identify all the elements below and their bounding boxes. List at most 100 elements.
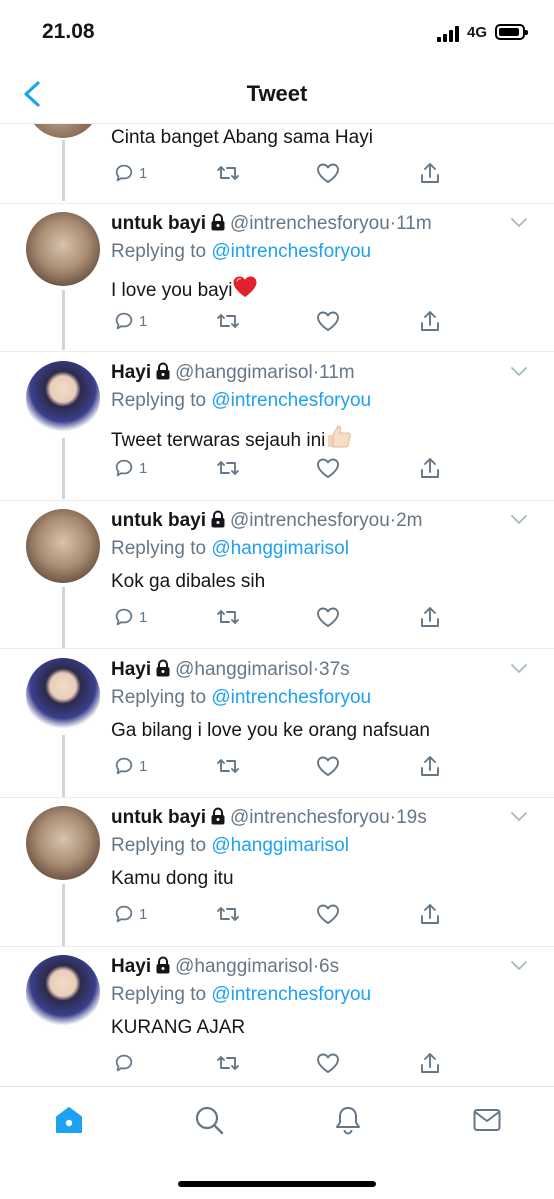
share-icon	[421, 458, 439, 478]
retweet-button[interactable]	[215, 753, 241, 779]
tab-search[interactable]	[194, 1105, 224, 1135]
display-name[interactable]: Hayi	[111, 956, 151, 977]
reply-count: 1	[139, 905, 148, 923]
chevron-down-icon[interactable]	[510, 810, 528, 822]
reply-icon	[115, 1054, 133, 1072]
tweet[interactable]: untuk bayi @intrenchesforyou·2m Replying …	[0, 509, 554, 649]
reply-button[interactable]: 1	[113, 604, 147, 630]
avatar[interactable]	[26, 124, 100, 138]
timestamp[interactable]: 11m	[396, 213, 432, 234]
like-button[interactable]	[316, 160, 340, 186]
reply-button[interactable]: 1	[113, 160, 147, 186]
home-indicator[interactable]	[178, 1181, 376, 1187]
chevron-down-icon[interactable]	[510, 959, 528, 971]
like-button[interactable]	[316, 901, 340, 927]
divider	[0, 946, 554, 947]
display-name[interactable]: untuk bayi	[111, 213, 206, 234]
avatar[interactable]	[26, 806, 100, 880]
chevron-down-icon[interactable]	[510, 513, 528, 525]
like-button[interactable]	[316, 455, 340, 481]
retweet-icon	[217, 166, 239, 180]
like-button[interactable]	[316, 308, 340, 334]
reply-handle-link[interactable]: @intrenchesforyou	[211, 390, 371, 411]
tweet[interactable]: untuk bayi @intrenchesforyou·19s Replying…	[0, 806, 554, 946]
tweet[interactable]: Hayi @hanggimarisol·37s Replying to @intr…	[0, 658, 554, 798]
timestamp[interactable]: 2m	[396, 510, 422, 531]
retweet-button[interactable]	[215, 604, 241, 630]
avatar[interactable]	[26, 361, 100, 435]
heart-icon	[317, 756, 339, 776]
tweet[interactable]: Hayi @hanggimarisol·6s Replying to @intre…	[0, 955, 554, 1085]
timestamp[interactable]: 11m	[319, 362, 355, 383]
timestamp[interactable]: 37s	[319, 659, 350, 680]
retweet-button[interactable]	[215, 901, 241, 927]
reply-button[interactable]: 1	[113, 455, 147, 481]
share-button[interactable]	[419, 901, 441, 927]
reply-button[interactable]: 1	[113, 753, 147, 779]
username[interactable]: @intrenchesforyou	[230, 213, 390, 234]
reply-button[interactable]	[113, 1050, 139, 1076]
reply-handle-link[interactable]: @hanggimarisol	[211, 538, 349, 559]
reply-handle-link[interactable]: @intrenchesforyou	[211, 241, 371, 262]
retweet-button[interactable]	[215, 455, 241, 481]
username[interactable]: @intrenchesforyou	[230, 510, 390, 531]
reply-handle-link[interactable]: @hanggimarisol	[211, 835, 349, 856]
share-button[interactable]	[419, 160, 441, 186]
tweet[interactable]: Hayi @hanggimarisol·11m Replying to @intr…	[0, 361, 554, 501]
tweet-text: I love you bayi	[111, 280, 233, 301]
tab-messages[interactable]	[472, 1105, 502, 1135]
tweet-text: KURANG AJAR	[111, 1017, 246, 1038]
reply-button[interactable]: 1	[113, 901, 147, 927]
replying-to: Replying to @hanggimarisol	[111, 834, 349, 858]
network-label: 4G	[467, 24, 488, 41]
username[interactable]: @hanggimarisol	[175, 659, 313, 680]
like-button[interactable]	[316, 1050, 340, 1076]
username[interactable]: @hanggimarisol	[175, 362, 313, 383]
retweet-button[interactable]	[215, 160, 241, 186]
username[interactable]: @hanggimarisol	[175, 956, 313, 977]
avatar[interactable]	[26, 212, 100, 286]
share-button[interactable]	[419, 1050, 441, 1076]
share-button[interactable]	[419, 604, 441, 630]
share-button[interactable]	[419, 455, 441, 481]
display-name[interactable]: untuk bayi	[111, 807, 206, 828]
tweet-text: Cinta banget Abang sama Hayi	[111, 127, 373, 148]
like-button[interactable]	[316, 753, 340, 779]
thumbs-up-emoji	[328, 425, 352, 448]
share-button[interactable]	[419, 308, 441, 334]
timestamp[interactable]: 19s	[396, 807, 427, 828]
conversation-thread: Cinta banget Abang sama Hayi 1 untuk bay…	[0, 124, 554, 1086]
heart-icon	[317, 311, 339, 331]
reply-handle-link[interactable]: @intrenchesforyou	[211, 687, 371, 708]
chevron-down-icon[interactable]	[510, 365, 528, 377]
reply-handle-link[interactable]: @intrenchesforyou	[211, 984, 371, 1005]
tweet-actions: 1	[0, 308, 554, 334]
tab-notifications[interactable]	[333, 1105, 363, 1135]
red-heart-emoji	[233, 276, 257, 297]
lock-icon	[211, 510, 225, 528]
tab-home[interactable]	[54, 1105, 84, 1135]
username[interactable]: @intrenchesforyou	[230, 807, 390, 828]
heart-icon	[317, 163, 339, 183]
status-bar: 21.08 4G	[0, 0, 554, 64]
lock-icon	[211, 807, 225, 825]
retweet-button[interactable]	[215, 1050, 241, 1076]
tweet[interactable]: untuk bayi @intrenchesforyou·11m Replying…	[0, 212, 554, 352]
retweet-button[interactable]	[215, 308, 241, 334]
timestamp[interactable]: 6s	[319, 956, 339, 977]
display-name[interactable]: Hayi	[111, 659, 151, 680]
reply-icon	[115, 608, 133, 626]
share-button[interactable]	[419, 753, 441, 779]
chevron-down-icon[interactable]	[510, 662, 528, 674]
display-name[interactable]: Hayi	[111, 362, 151, 383]
avatar[interactable]	[26, 658, 100, 732]
reply-button[interactable]: 1	[113, 308, 147, 334]
avatar[interactable]	[26, 509, 100, 583]
home-icon	[56, 1107, 82, 1133]
tweet-text: Ga bilang i love you ke orang nafsuan	[111, 720, 430, 741]
display-name[interactable]: untuk bayi	[111, 510, 206, 531]
lock-icon	[156, 659, 170, 677]
avatar[interactable]	[26, 955, 100, 1029]
chevron-down-icon[interactable]	[510, 216, 528, 228]
like-button[interactable]	[316, 604, 340, 630]
